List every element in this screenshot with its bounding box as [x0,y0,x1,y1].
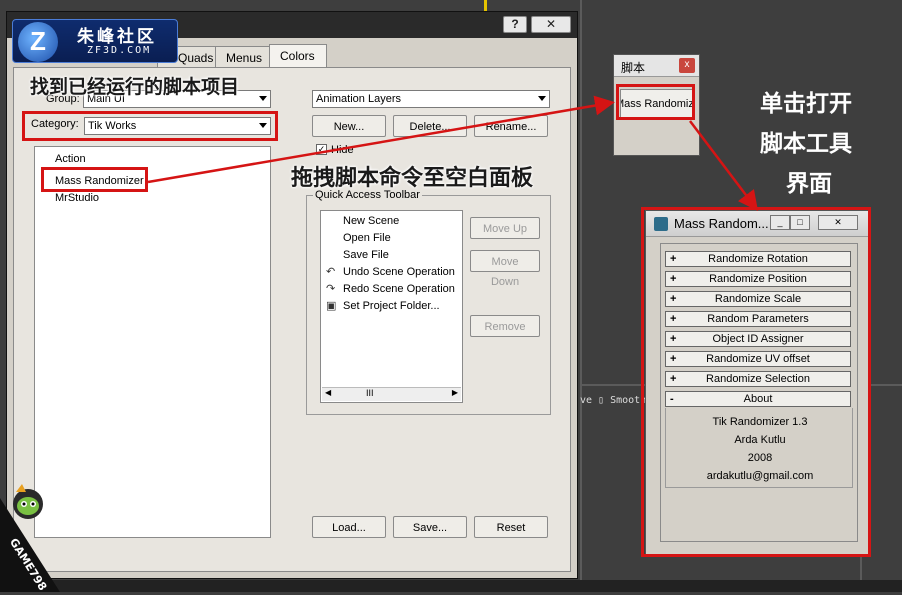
toolbar-select[interactable]: Animation Layers [312,90,550,108]
undo-icon: ↶ [326,266,336,278]
action-highlight-box [41,167,148,192]
save-button[interactable]: Save... [393,516,467,538]
reset-button[interactable]: Reset [474,516,548,538]
horizontal-scrollbar[interactable]: ◀ III ▶ [322,387,461,401]
logo-domain-text: ZF3D.COM [87,45,152,56]
site-logo: Z 朱峰社区 ZF3D.COM [12,19,178,63]
chevron-down-icon [259,96,267,101]
new-toolbar-button[interactable]: New... [312,115,386,137]
annotation-find-script: 找到已经运行的脚本项目 [30,76,240,98]
viewport-grid-line [580,0,582,592]
watermark-badge: GAME798 [0,478,78,593]
annotation-click-open-1: 单击打开 [760,91,852,117]
script-button-highlight-box [616,84,695,120]
annotation-click-open-3: 界面 [786,171,832,197]
toolbar-select-value: Animation Layers [316,93,401,105]
list-item[interactable]: New Scene [343,215,399,227]
list-item[interactable]: Save File [343,249,389,261]
move-down-button[interactable]: Move Down [470,250,540,288]
script-window-title: 脚本 [621,61,646,75]
scroll-left-icon[interactable]: ◀ [325,388,331,397]
redo-icon: ↷ [326,283,336,295]
load-button[interactable]: Load... [312,516,386,538]
list-item[interactable]: MrStudio [55,192,99,204]
annotation-click-open-2: 脚本工具 [760,131,852,157]
hide-checkbox[interactable]: ✓ [316,144,327,155]
script-window-titlebar: 脚本 x [614,55,699,77]
move-up-button[interactable]: Move Up [470,217,540,239]
tab-menus[interactable]: Menus [215,46,271,68]
tab-colors[interactable]: Colors [269,44,327,68]
delete-toolbar-button[interactable]: Delete... [393,115,467,137]
close-button[interactable]: ✕ [531,16,571,33]
list-item[interactable]: Undo Scene Operation [343,266,455,278]
folder-icon: ▣ [326,300,337,312]
list-item[interactable]: Action [55,153,86,165]
quick-access-list[interactable]: New Scene Open File Save File ↶ Undo Sce… [320,210,463,403]
list-item[interactable]: Redo Scene Operation [343,283,455,295]
category-highlight-box [22,111,278,141]
rename-toolbar-button[interactable]: Rename... [474,115,548,137]
hide-label: Hide [331,144,354,156]
logo-chinese-text: 朱峰社区 [77,27,157,47]
scroll-thumb[interactable]: III [366,388,374,398]
logo-mark: Z [18,22,58,62]
mass-randomizer-highlight-box [641,207,871,557]
annotation-drag-command: 拖拽脚本命令至空白面板 [291,166,534,191]
close-icon[interactable]: x [679,58,695,73]
help-button[interactable]: ? [503,16,527,33]
remove-button[interactable]: Remove [470,315,540,337]
list-item[interactable]: Set Project Folder... [343,300,440,312]
list-item[interactable]: Open File [343,232,391,244]
viewport-shading-label: ve ▯ Smooth [580,395,647,406]
scroll-right-icon[interactable]: ▶ [452,388,458,397]
chevron-down-icon [538,96,546,101]
viewport-bottom-bar [0,580,902,592]
